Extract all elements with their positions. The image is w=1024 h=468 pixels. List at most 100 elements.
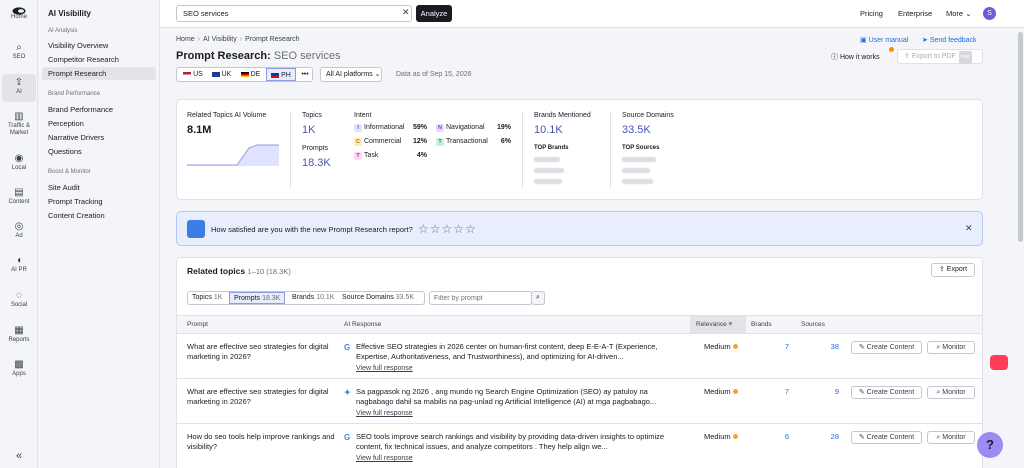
collapse-sidebar-icon[interactable]: « [0, 450, 38, 462]
prompts-value[interactable]: 18.3K [302, 157, 331, 169]
rail-item-ai-pr[interactable]: ◖ AI PR [0, 255, 38, 274]
star-rating[interactable]: ☆☆☆☆☆ [418, 222, 477, 236]
subnav-item-competitor-research[interactable]: Competitor Research [42, 53, 156, 66]
notification-widget[interactable] [990, 355, 1008, 370]
subnav-item-site-audit[interactable]: Site Audit [42, 181, 156, 194]
monitor-button[interactable]: ⌕ Monitor [927, 341, 975, 354]
page-scrollbar[interactable] [1018, 32, 1023, 242]
view-full-response-link[interactable]: View full response [344, 454, 674, 464]
row-sources-count[interactable]: 38 [819, 342, 839, 351]
rail-item-ad[interactable]: ◎ Ad [0, 221, 38, 240]
subnav-item-prompt-tracking[interactable]: Prompt Tracking [42, 195, 156, 208]
row-brands-count[interactable]: 7 [769, 387, 789, 396]
relevance-dot-icon [732, 434, 738, 439]
row-sources-count[interactable]: 9 [819, 387, 839, 396]
more-menu[interactable]: More ⌄ [946, 9, 971, 18]
avatar[interactable]: S [983, 7, 996, 20]
create-content-button[interactable]: ✎ Create Content [851, 431, 922, 444]
keyword-search-box[interactable]: ✕ [176, 5, 412, 22]
rail-item-ai[interactable]: ⇪ AI [2, 74, 36, 102]
google-ai-icon: G [344, 433, 351, 442]
keyword-search-input[interactable] [177, 6, 387, 21]
row-sources-count[interactable]: 28 [819, 432, 839, 441]
rail-item-seo[interactable]: ⌕ SEO [0, 42, 38, 61]
seo-icon: ⌕ [16, 42, 22, 53]
how-it-works-link[interactable]: ⓘ How it works [831, 52, 880, 62]
intent-navigational-pct: 19% [496, 124, 511, 131]
view-full-response-link[interactable]: View full response [344, 409, 674, 419]
social-icon: ◌ [16, 290, 22, 301]
close-banner-icon[interactable]: ✕ [965, 223, 973, 234]
subnav-item-perception[interactable]: Perception [42, 117, 156, 130]
subnav-item-questions[interactable]: Questions [42, 145, 156, 158]
col-sources: Sources [801, 321, 825, 328]
subnav-item-prompt-research[interactable]: Prompt Research [42, 67, 156, 80]
rail-item-content[interactable]: ▤ Content [0, 187, 38, 206]
col-relevance[interactable]: Relevance ≡ [696, 321, 732, 328]
send-feedback-link[interactable]: ➤ Send feedback [922, 36, 977, 44]
tab-prompts[interactable]: Prompts 18.3K [229, 292, 286, 304]
subnav-group-ai-analysis: AI Analysis [48, 28, 78, 34]
tab-brands[interactable]: Brands 10.1K [288, 292, 338, 304]
subnav-group-boost-monitor: Boost & Monitor [48, 169, 91, 175]
create-content-button[interactable]: ✎ Create Content [851, 386, 922, 399]
tab-topics[interactable]: Topics 1K [188, 292, 226, 304]
view-full-response-link[interactable]: View full response [344, 364, 674, 374]
enterprise-link[interactable]: Enterprise [898, 9, 932, 18]
monitor-button[interactable]: ⌕ Monitor [927, 386, 975, 399]
subnav-item-content-creation[interactable]: Content Creation [42, 209, 156, 222]
filter-by-prompt-input[interactable] [430, 292, 516, 304]
subnav-item-narrative-drivers[interactable]: Narrative Drivers [42, 131, 156, 144]
analyze-button[interactable]: Analyze [416, 5, 452, 22]
search-icon[interactable]: ⌕ [531, 291, 545, 305]
export-to-pdf-button[interactable]: ⇪ Export to PDF new [897, 49, 983, 64]
monitor-button[interactable]: ⌕ Monitor [927, 431, 975, 444]
clear-search-icon[interactable]: ✕ [402, 7, 410, 18]
ai-volume-value: 8.1M [187, 124, 212, 136]
brands-mentioned-value[interactable]: 10.1K [534, 124, 563, 136]
source-domains-value[interactable]: 33.5K [622, 124, 651, 136]
rail-item-local[interactable]: ◉ Local [0, 153, 38, 172]
us-flag-icon [183, 71, 192, 77]
breadcrumb-home[interactable]: Home [176, 36, 195, 43]
page-title: Prompt Research: SEO services [176, 50, 341, 62]
icon-rail: Home ⌕ SEO ⇪ AI ▥ Traffic & Market ◉ Local ▤ C… [0, 0, 38, 468]
user-manual-link[interactable]: ▣ User manual [860, 36, 908, 44]
intent-transactional-pct: 6% [500, 138, 511, 145]
breadcrumb-ai-visibility[interactable]: AI Visibility [203, 36, 237, 43]
subnav-item-brand-performance[interactable]: Brand Performance [42, 103, 156, 116]
intent-informational: I Informational [354, 124, 404, 132]
page-title-keyword: SEO services [273, 50, 341, 62]
row-prompt: What are effective seo strategies for di… [187, 342, 329, 361]
topics-value[interactable]: 1K [302, 124, 315, 136]
rail-item-social[interactable]: ◌ Social [0, 290, 38, 309]
monitor-icon: ⌕ [936, 434, 941, 441]
rail-item-apps[interactable]: ▩ Apps [0, 359, 38, 378]
rail-item-home[interactable]: Home [0, 14, 38, 21]
subnav-item-visibility-overview[interactable]: Visibility Overview [42, 39, 156, 52]
more-regions-button[interactable]: ••• [298, 68, 312, 81]
create-content-button[interactable]: ✎ Create Content [851, 341, 922, 354]
book-icon: ▣ [860, 37, 867, 44]
region-tab-ph[interactable]: PH [266, 68, 296, 81]
row-brands-count[interactable]: 7 [769, 342, 789, 351]
help-button[interactable]: ? [977, 432, 1003, 458]
row-response: G SEO tools improve search rankings and … [344, 432, 674, 464]
table-row: What are effective seo strategies for di… [177, 380, 982, 424]
region-tab-de[interactable]: DE [237, 68, 264, 81]
pricing-link[interactable]: Pricing [860, 9, 883, 18]
rail-item-traffic-market[interactable]: ▥ Traffic & Market [0, 111, 38, 137]
export-button[interactable]: ⇪ Export [931, 263, 975, 277]
edit-icon: ✎ [858, 389, 865, 396]
rail-item-reports[interactable]: ▦ Reports [0, 325, 38, 344]
region-tab-us[interactable]: US [180, 68, 206, 81]
ai-platforms-select[interactable]: All AI platforms ⌄ [320, 67, 382, 82]
tab-source-domains[interactable]: Source Domains 33.5K [338, 292, 418, 304]
filter-by-prompt[interactable] [429, 291, 532, 305]
blurred-brand [534, 179, 562, 184]
related-topics-count: 1–10 (18.3K) [247, 267, 291, 276]
region-tab-uk[interactable]: UK [208, 68, 235, 81]
ai-visibility-subnav: AI Visibility AI Analysis Visibility Ove… [38, 0, 160, 468]
intent-task-pct: 4% [416, 152, 427, 159]
row-brands-count[interactable]: 6 [769, 432, 789, 441]
